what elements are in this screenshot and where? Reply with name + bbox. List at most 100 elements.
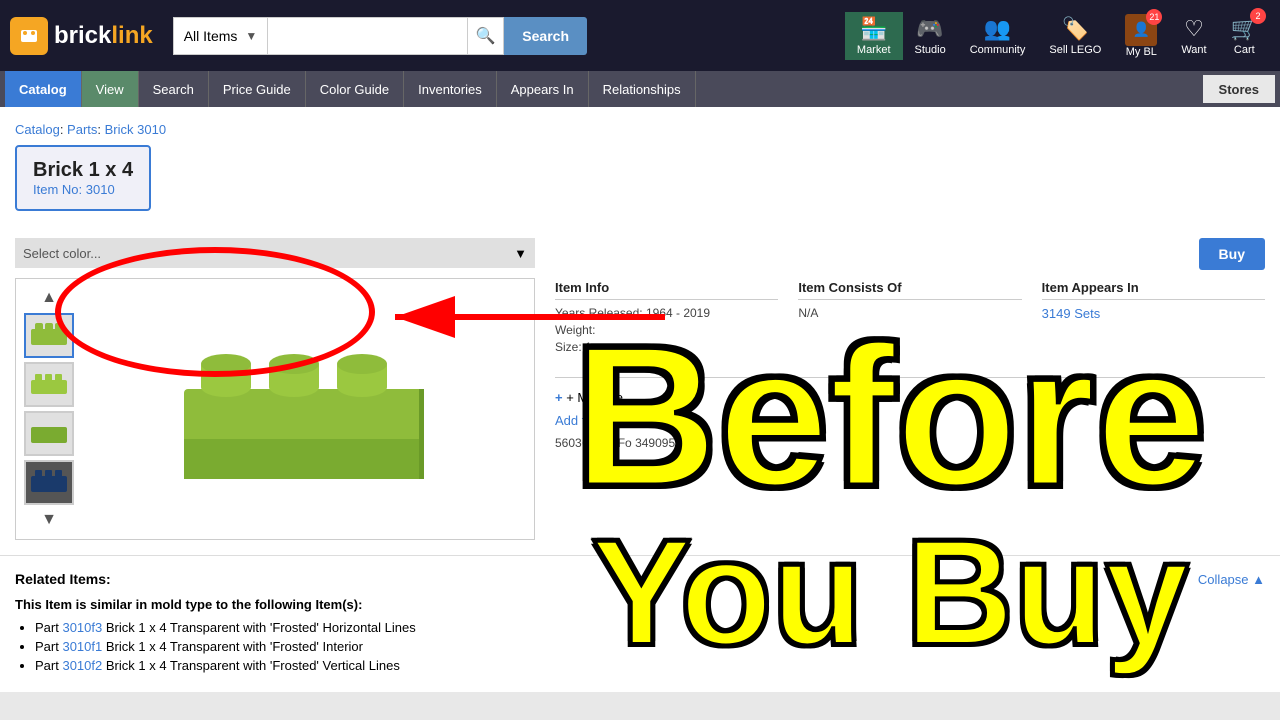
color-selector-label: Select color... <box>23 246 101 261</box>
item-header: Brick 1 x 4 Item No: 3010 <box>15 145 151 211</box>
my-inventory: + + My Inve <box>555 390 1265 405</box>
nav-appears-in[interactable]: Appears In <box>497 71 589 107</box>
related-title: Related Items: <box>15 571 111 587</box>
thumb-up-arrow[interactable]: ▲ <box>35 287 63 309</box>
content-area: Select color... ▼ ▲ <box>15 238 1265 540</box>
heart-icon: ♡ <box>1184 16 1204 42</box>
breadcrumb: Catalog: Parts: Brick 3010 <box>15 122 1265 137</box>
thumbnail-2[interactable] <box>24 362 74 407</box>
nav-community[interactable]: 👥 Community <box>958 16 1038 56</box>
thumbnail-strip: ▲ <box>24 287 74 531</box>
breadcrumb-item[interactable]: Brick 3010 <box>105 122 166 137</box>
thumbnail-1[interactable] <box>24 313 74 358</box>
page-wrapper: bricklink All Items ▼ 🔍 Search 🏪 Market … <box>0 0 1280 720</box>
search-button[interactable]: Search <box>504 17 587 55</box>
cart-badge: 2 <box>1250 8 1266 24</box>
item-consists-title: Item Consists Of <box>798 280 1021 300</box>
studio-icon: 🎮 <box>916 16 943 42</box>
item-consists-value: N/A <box>798 306 1021 320</box>
logo-icon <box>10 17 48 55</box>
main-content: Catalog: Parts: Brick 3010 Brick 1 x 4 I… <box>0 107 1280 555</box>
related-section: Related Items: Collapse ▲ This Item is s… <box>0 555 1280 692</box>
thumb-down-arrow[interactable]: ▼ <box>35 509 63 531</box>
item-appears-col: Item Appears In 3149 Sets <box>1042 280 1265 357</box>
buy-btn-area: Buy <box>555 238 1265 270</box>
nav-studio[interactable]: 🎮 Studio <box>903 16 958 56</box>
breadcrumb-parts[interactable]: Parts <box>67 122 97 137</box>
add-to-inventory-link[interactable]: Add to My Inv <box>555 413 634 428</box>
item-no: Item No: 3010 <box>33 182 133 197</box>
stores-button[interactable]: Stores <box>1203 75 1275 103</box>
nav-mybl[interactable]: 👤 21 My BL <box>1113 14 1169 58</box>
list-item: Part 3010f3 Brick 1 x 4 Transparent with… <box>35 620 1265 635</box>
related-description: This Item is similar in mold type to the… <box>15 597 1265 612</box>
nav-sell-label: Sell LEGO <box>1049 44 1101 56</box>
nav-cart[interactable]: 🛒 2 Cart <box>1219 16 1270 56</box>
search-input[interactable] <box>268 17 468 55</box>
mybl-badge: 21 <box>1146 9 1162 25</box>
thumbnail-3[interactable] <box>24 411 74 456</box>
list-item: Part 3010f1 Brick 1 x 4 Transparent with… <box>35 639 1265 654</box>
nav-icons: 🏪 Market 🎮 Studio 👥 Community 🏷️ Sell LE… <box>845 12 1270 60</box>
nav-studio-label: Studio <box>915 44 946 56</box>
collapse-link[interactable]: Collapse ▲ <box>1198 572 1265 587</box>
nav-catalog[interactable]: Catalog <box>5 71 82 107</box>
list-item: Part 3010f2 Brick 1 x 4 Transparent with… <box>35 658 1265 673</box>
nav-market-label: Market <box>857 44 891 56</box>
nav-view[interactable]: View <box>82 71 139 107</box>
nav-search[interactable]: Search <box>139 71 209 107</box>
item-no-value: 3010 <box>86 182 115 197</box>
nav-color-guide[interactable]: Color Guide <box>306 71 404 107</box>
part-link-2[interactable]: 3010f1 <box>62 639 102 654</box>
nav-price-guide[interactable]: Price Guide <box>209 71 306 107</box>
logo-text: bricklink <box>54 22 153 50</box>
item-name: Brick 1 x 4 <box>33 159 133 182</box>
nav-community-label: Community <box>970 44 1026 56</box>
left-panel: Select color... ▼ ▲ <box>15 238 535 540</box>
buy-button[interactable]: Buy <box>1199 238 1265 270</box>
community-icon: 👥 <box>984 16 1011 42</box>
item-info-grid: Item Info Years Released: 1964 - 2019 We… <box>555 280 1265 357</box>
logo-area[interactable]: bricklink <box>10 17 153 55</box>
item-years: Years Released: 1964 - 2019 <box>555 306 778 320</box>
search-icon[interactable]: 🔍 <box>468 17 504 55</box>
item-size: Size: 1 x <box>555 340 778 354</box>
market-icon: 🏪 <box>860 16 887 42</box>
item-consists-col: Item Consists Of N/A <box>798 280 1021 357</box>
sell-icon: 🏷️ <box>1062 16 1089 42</box>
nav-relationships[interactable]: Relationships <box>589 71 696 107</box>
nav-cart-label: Cart <box>1234 44 1255 56</box>
nav-mybl-label: My BL <box>1126 46 1157 58</box>
search-bar: All Items ▼ 🔍 Search <box>173 17 587 55</box>
user-avatar: 👤 21 <box>1125 14 1157 46</box>
nav-inventories[interactable]: Inventories <box>404 71 497 107</box>
related-list: Part 3010f3 Brick 1 x 4 Transparent with… <box>35 620 1265 673</box>
lego-brick-svg <box>164 309 444 509</box>
nav-want-label: Want <box>1181 44 1206 56</box>
right-panel: Buy Item Info Years Released: 1964 - 201… <box>555 238 1265 540</box>
chevron-down-icon[interactable]: ▼ <box>514 246 527 261</box>
top-nav: bricklink All Items ▼ 🔍 Search 🏪 Market … <box>0 0 1280 71</box>
chevron-down-icon: ▼ <box>245 29 257 43</box>
item-appears-title: Item Appears In <box>1042 280 1265 300</box>
second-nav: Catalog View Search Price Guide Color Gu… <box>0 71 1280 107</box>
item-appears-sets[interactable]: 3149 Sets <box>1042 306 1101 321</box>
divider-1 <box>555 377 1265 378</box>
nav-sell[interactable]: 🏷️ Sell LEGO <box>1037 16 1113 56</box>
related-header: Related Items: Collapse ▲ <box>15 571 1265 587</box>
breadcrumb-catalog[interactable]: Catalog <box>15 122 60 137</box>
color-selector[interactable]: Select color... ▼ <box>15 238 535 268</box>
add-inventory: Add to My Inv <box>555 413 1265 428</box>
item-info-col: Item Info Years Released: 1964 - 2019 We… <box>555 280 778 357</box>
thumbnail-4[interactable] <box>24 460 74 505</box>
part-link-1[interactable]: 3010f3 <box>62 620 102 635</box>
lots-info: 56036 Lots Fo 349095 <box>555 436 1265 450</box>
part-link-3[interactable]: 3010f2 <box>62 658 102 673</box>
image-viewer: ▲ <box>15 278 535 540</box>
nav-want[interactable]: ♡ Want <box>1169 16 1218 56</box>
nav-market[interactable]: 🏪 Market <box>845 12 903 60</box>
search-dropdown-label: All Items <box>184 28 238 44</box>
main-image <box>82 287 526 531</box>
item-info-title: Item Info <box>555 280 778 300</box>
search-dropdown[interactable]: All Items ▼ <box>173 17 269 55</box>
